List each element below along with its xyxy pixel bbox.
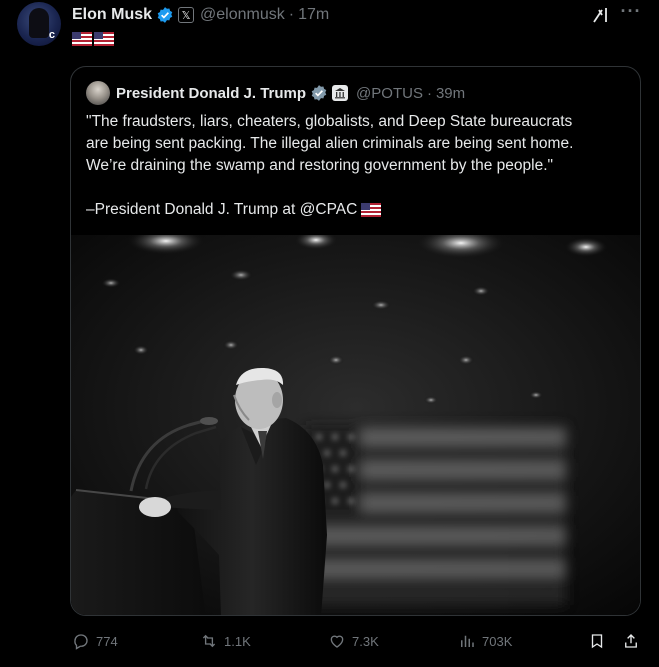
quote-line: are being sent packing. The illegal alie… (86, 135, 574, 152)
repost-button[interactable]: 1.1K (200, 626, 251, 656)
quote-author-avatar[interactable] (86, 81, 110, 105)
post-header: Elon Musk 𝕏 @elonmusk · 17m (72, 4, 329, 26)
quote-header: President Donald J. Trump @POTUS · 39m (86, 81, 465, 105)
verified-icon (157, 7, 173, 23)
author-handle[interactable]: @elonmusk (200, 6, 285, 24)
verified-icon (311, 85, 327, 101)
grok-icon[interactable] (591, 5, 611, 25)
us-flag-icon (361, 203, 382, 217)
bookmark-icon (591, 634, 603, 649)
post-actions: 774 1.1K 7.3K 703K (0, 626, 659, 656)
quoted-post[interactable]: President Donald J. Trump @POTUS · 39m "… (70, 66, 641, 616)
like-count: 7.3K (352, 633, 379, 649)
reply-icon (74, 634, 88, 650)
quote-attribution: –President Donald J. Trump at @CPAC (86, 201, 358, 218)
views-icon (461, 635, 474, 647)
post-time[interactable]: 17m (298, 6, 329, 24)
views-button[interactable]: 703K (458, 626, 512, 656)
views-count: 703K (482, 633, 513, 649)
like-button[interactable]: 7.3K (328, 626, 379, 656)
x-affiliate-badge-icon: 𝕏 (178, 7, 195, 23)
speaker-podium-photo (71, 235, 640, 615)
flags (72, 32, 114, 46)
quote-attribution-row: –President Donald J. Trump at @CPAC (86, 199, 631, 221)
quote-text: "The fraudsters, liars, cheaters, global… (86, 111, 631, 221)
share-icon (625, 634, 637, 648)
repost-count: 1.1K (224, 633, 251, 649)
us-flag-icon (94, 32, 114, 46)
quote-author-handle: @POTUS (356, 84, 423, 102)
quote-photo[interactable] (71, 235, 640, 615)
quote-time: 39m (435, 84, 466, 102)
share-button[interactable] (622, 626, 640, 656)
quote-line: We’re draining the swamp and restoring g… (86, 157, 554, 174)
bookmark-button[interactable] (588, 626, 606, 656)
quote-line: "The fraudsters, liars, cheaters, global… (86, 113, 573, 130)
us-flag-icon (72, 32, 92, 46)
government-badge-icon (332, 85, 349, 101)
quote-author-name: President Donald J. Trump (116, 84, 307, 102)
time-separator: · (288, 6, 295, 23)
repost-icon (202, 634, 216, 648)
like-icon (330, 635, 344, 648)
author-avatar[interactable]: c (17, 2, 61, 46)
reply-count: 774 (96, 633, 118, 649)
time-separator: · (426, 84, 432, 102)
more-icon[interactable]: ··· (620, 2, 642, 24)
author-name[interactable]: Elon Musk (72, 6, 152, 24)
reply-button[interactable]: 774 (72, 626, 118, 656)
